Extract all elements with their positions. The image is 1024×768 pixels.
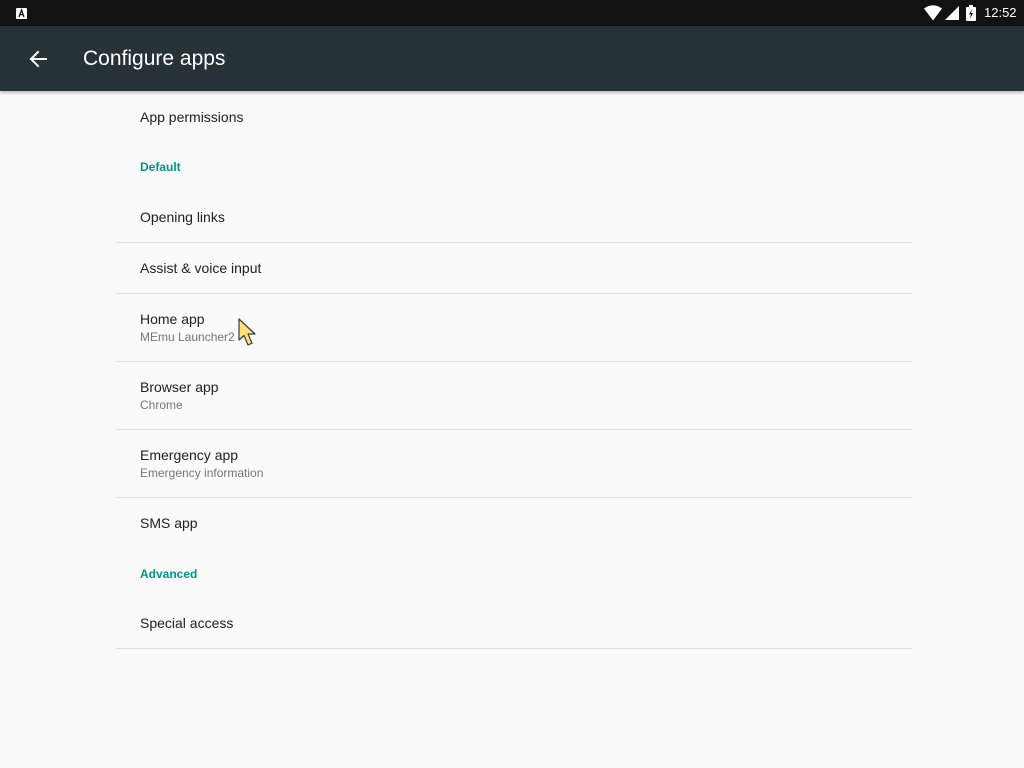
emergency-app-summary: Emergency information	[140, 466, 264, 480]
special-access-item[interactable]: Special access	[116, 598, 912, 648]
battery-icon	[966, 5, 976, 21]
emergency-app-item[interactable]: Emergency app Emergency information	[116, 430, 912, 497]
status-bar: 12:52	[0, 0, 1024, 26]
special-access-title: Special access	[140, 615, 234, 631]
opening-links-title: Opening links	[140, 209, 225, 225]
home-app-summary: MEmu Launcher2	[140, 330, 235, 344]
browser-app-title: Browser app	[140, 379, 219, 395]
back-button[interactable]	[20, 41, 56, 77]
sms-app-title: SMS app	[140, 515, 198, 531]
signal-icon	[945, 6, 959, 20]
assist-voice-input-item[interactable]: Assist & voice input	[116, 243, 912, 293]
opening-links-item[interactable]: Opening links	[116, 192, 912, 242]
wifi-icon	[924, 5, 942, 21]
divider	[116, 648, 912, 649]
mouse-cursor-icon	[238, 318, 256, 346]
app-permissions-title: App permissions	[140, 109, 244, 125]
home-app-title: Home app	[140, 311, 205, 327]
browser-app-item[interactable]: Browser app Chrome	[116, 362, 912, 429]
notification-a-icon	[16, 8, 27, 19]
assist-voice-input-title: Assist & voice input	[140, 260, 262, 276]
app-permissions-item[interactable]: App permissions	[116, 91, 912, 141]
status-clock: 12:52	[984, 5, 1017, 20]
arrow-back-icon	[29, 50, 47, 68]
default-section-header: Default	[140, 160, 181, 174]
emergency-app-title: Emergency app	[140, 447, 239, 463]
page-title: Configure apps	[83, 47, 226, 70]
app-bar: Configure apps	[0, 26, 1024, 91]
browser-app-summary: Chrome	[140, 398, 183, 412]
settings-list: App permissions Default Opening links As…	[0, 91, 1024, 768]
sms-app-item[interactable]: SMS app	[116, 498, 912, 548]
advanced-section-header: Advanced	[140, 567, 198, 581]
